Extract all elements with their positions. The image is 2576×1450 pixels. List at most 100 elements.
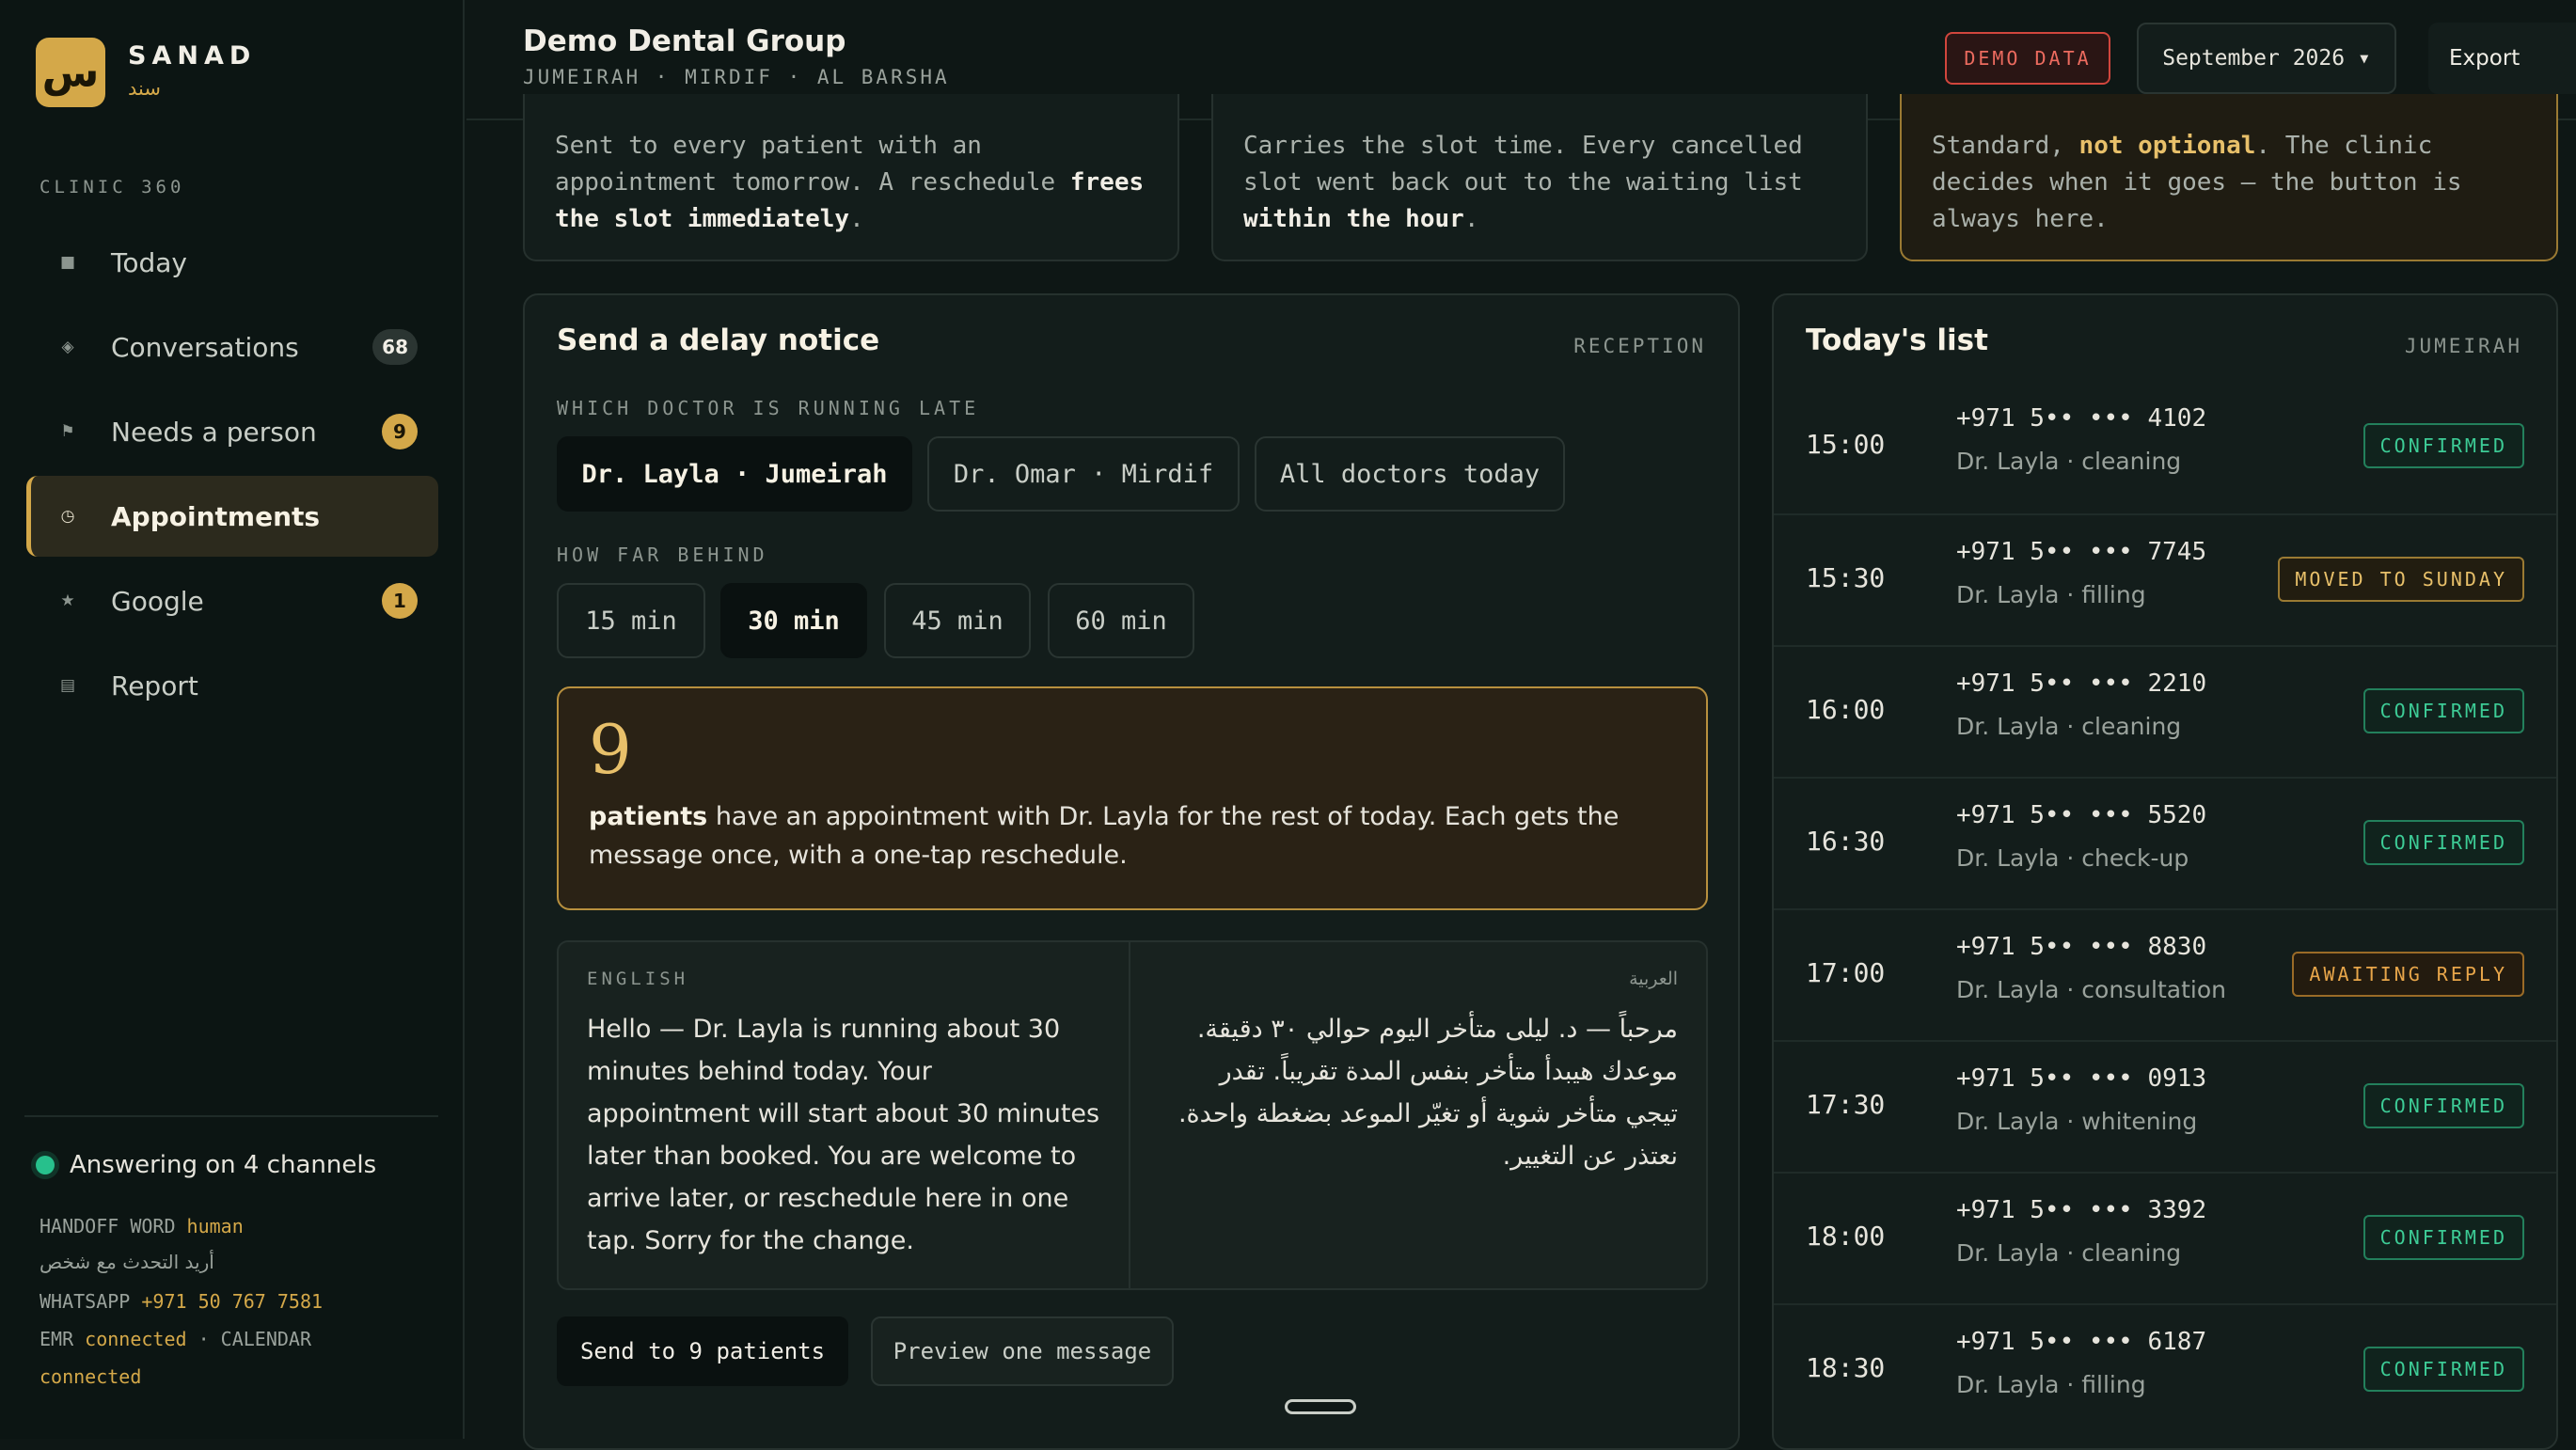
nav-section-title: CLINIC 360 (40, 177, 185, 197)
appointment-row[interactable]: 18:30 +971 5•• ••• 6187 Dr. Layla · fillin… (1774, 1303, 2556, 1435)
handoff-word: HANDOFF WORD human (40, 1215, 244, 1237)
appointment-row[interactable]: 17:30 +971 5•• ••• 0913 Dr. Layla · whiten… (1774, 1040, 2556, 1172)
patient-phone: +971 5•• ••• 2210 (1956, 670, 2207, 698)
status-badge: CONFIRMED (2363, 423, 2524, 468)
appointment-detail: Dr. Layla · cleaning (1956, 448, 2182, 475)
sidebar-item-label: Today (111, 246, 187, 278)
sidebar-item-today[interactable]: ■ Today (26, 222, 438, 303)
affected-patients-summary: 9 patients have an appointment with Dr. … (557, 686, 1708, 910)
export-button[interactable]: Export (2428, 23, 2576, 94)
status-badge: CONFIRMED (2363, 688, 2524, 733)
affected-text: patients have an appointment with Dr. La… (589, 802, 1620, 870)
sidebar-item-label: Needs a person (111, 416, 317, 448)
count-badge: 68 (372, 329, 418, 365)
patient-phone: +971 5•• ••• 8830 (1956, 933, 2207, 961)
patient-phone: +971 5•• ••• 6187 (1956, 1328, 2207, 1356)
appointment-time: 17:00 (1806, 957, 1886, 988)
delay-chip-30[interactable]: 30 min (720, 583, 867, 658)
star-icon: ★ (60, 591, 75, 610)
sidebar-divider (24, 1115, 438, 1117)
info-card-delay-notice: Standard, not optional. The clinic decid… (1900, 94, 2558, 261)
calendar-status: connected (40, 1365, 142, 1388)
sidebar-item-conversations[interactable]: ◈ Conversations 68 (26, 307, 438, 387)
count-badge: 1 (382, 583, 418, 619)
emr-status: EMR connected · CALENDAR (40, 1328, 312, 1350)
appointment-time: 16:30 (1806, 826, 1886, 857)
appointment-row[interactable]: 18:00 +971 5•• ••• 3392 Dr. Layla · cleani… (1774, 1172, 2556, 1303)
info-card-waiting-list: Carries the slot time. Every cancelled s… (1211, 94, 1868, 261)
status-badge: MOVED TO SUNDAY (2278, 557, 2524, 602)
patient-phone: +971 5•• ••• 5520 (1956, 801, 2207, 829)
status-badge: CONFIRMED (2363, 1347, 2524, 1392)
message-body-ar: مرحباً — د. ليلى متأخر اليوم حوالي ٣٠ دق… (1177, 1015, 1678, 1171)
appointment-detail: Dr. Layla · consultation (1956, 976, 2226, 1003)
appointment-detail: Dr. Layla · filling (1956, 581, 2146, 608)
message-english: ENGLISH Hello — Dr. Layla is running abo… (559, 942, 1130, 1288)
delay-chip-45[interactable]: 45 min (884, 583, 1031, 658)
patient-phone: +971 5•• ••• 3392 (1956, 1196, 2207, 1224)
affected-count: 9 (589, 710, 632, 789)
appointment-detail: Dr. Layla · whitening (1956, 1108, 2198, 1135)
appointment-time: 17:30 (1806, 1089, 1886, 1120)
appointment-time: 16:00 (1806, 694, 1886, 725)
demo-data-badge: DEMO DATA (1945, 32, 2110, 85)
sidebar-item-label: Google (111, 585, 204, 617)
preview-button[interactable]: Preview one message (871, 1316, 1174, 1386)
appointment-row[interactable]: 15:30 +971 5•• ••• 7745 Dr. Layla · fillin… (1774, 513, 2556, 645)
sidebar-item-needs-a-person[interactable]: ⚑ Needs a person 9 (26, 391, 438, 472)
online-dot-icon (36, 1156, 55, 1174)
appointment-row[interactable]: 15:00 +971 5•• ••• 4102 Dr. Layla · cleani… (1774, 382, 2556, 513)
behind-label: HOW FAR BEHIND (557, 544, 768, 566)
sidebar-item-label: Appointments (111, 500, 321, 532)
status-badge: CONFIRMED (2363, 1083, 2524, 1128)
status-badge: AWAITING REPLY (2292, 952, 2524, 997)
handoff-word-ar: أريد التحدث مع شخص (40, 1251, 214, 1273)
square-icon: ■ (59, 253, 76, 272)
patient-phone: +971 5•• ••• 7745 (1956, 538, 2207, 566)
org-locations: JUMEIRAH · MIRDIF · AL BARSHA (523, 66, 950, 88)
channel-status-text: Answering on 4 channels (70, 1151, 377, 1179)
appointment-detail: Dr. Layla · cleaning (1956, 713, 2182, 740)
delay-chip-60[interactable]: 60 min (1048, 583, 1194, 658)
sidebar-item-label: Conversations (111, 331, 299, 363)
count-badge: 9 (382, 414, 418, 449)
doctor-chip-omar[interactable]: Dr. Omar · Mirdif (927, 436, 1240, 512)
doctor-label: WHICH DOCTOR IS RUNNING LATE (557, 397, 980, 419)
brand-name: SANAD (128, 41, 257, 71)
appointment-detail: Dr. Layla · filling (1956, 1371, 2146, 1398)
status-badge: CONFIRMED (2363, 820, 2524, 865)
send-button[interactable]: Send to 9 patients (557, 1316, 848, 1386)
appointment-row[interactable]: 16:30 +971 5•• ••• 5520 Dr. Layla · check-… (1774, 777, 2556, 908)
sanad-logo: س (36, 38, 105, 107)
appointment-row[interactable]: 16:00 +971 5•• ••• 2210 Dr. Layla · cleani… (1774, 645, 2556, 777)
doctor-chip-layla[interactable]: Dr. Layla · Jumeirah (557, 436, 912, 512)
todays-list-panel: Today's list JUMEIRAH 15:00 +971 5•• ••• … (1772, 293, 2558, 1450)
appointment-time: 15:30 (1806, 562, 1886, 593)
month-select[interactable]: September 2026 ▾ (2137, 23, 2396, 94)
message-arabic: العربية مرحباً — د. ليلى متأخر اليوم حوا… (1132, 942, 1706, 1288)
report-icon: ▤ (59, 676, 76, 695)
delay-notice-panel: Send a delay notice RECEPTION WHICH DOCT… (523, 293, 1740, 1450)
sidebar-item-label: Report (111, 670, 198, 701)
delay-chip-15[interactable]: 15 min (557, 583, 705, 658)
sidebar-item-report[interactable]: ▤ Report (26, 645, 438, 726)
sidebar-item-appointments[interactable]: ◷ Appointments (26, 476, 438, 557)
appointment-row[interactable]: 17:00 +971 5•• ••• 8830 Dr. Layla · consul… (1774, 908, 2556, 1040)
status-badge: CONFIRMED (2363, 1215, 2524, 1260)
appointment-detail: Dr. Layla · check-up (1956, 844, 2189, 872)
doctor-chip-all[interactable]: All doctors today (1255, 436, 1565, 512)
brand-name-ar: سند (128, 77, 161, 100)
list-location-tag: JUMEIRAH (2404, 335, 2522, 357)
sidebar: س SANAD سند CLINIC 360 ■ Today ◈ Convers… (0, 0, 465, 1439)
patient-phone: +971 5•• ••• 4102 (1956, 404, 2207, 433)
appointment-detail: Dr. Layla · cleaning (1956, 1239, 2182, 1267)
lang-label: ENGLISH (587, 969, 689, 989)
appointment-time: 18:00 (1806, 1221, 1886, 1252)
scroll-handle[interactable] (1285, 1399, 1356, 1414)
lang-label: العربية (1629, 969, 1678, 989)
message-preview: ENGLISH Hello — Dr. Layla is running abo… (557, 940, 1708, 1290)
patient-phone: +971 5•• ••• 0913 (1956, 1064, 2207, 1093)
diamond-icon: ◈ (61, 338, 74, 356)
appointment-time: 18:30 (1806, 1352, 1886, 1383)
sidebar-item-google[interactable]: ★ Google 1 (26, 560, 438, 641)
